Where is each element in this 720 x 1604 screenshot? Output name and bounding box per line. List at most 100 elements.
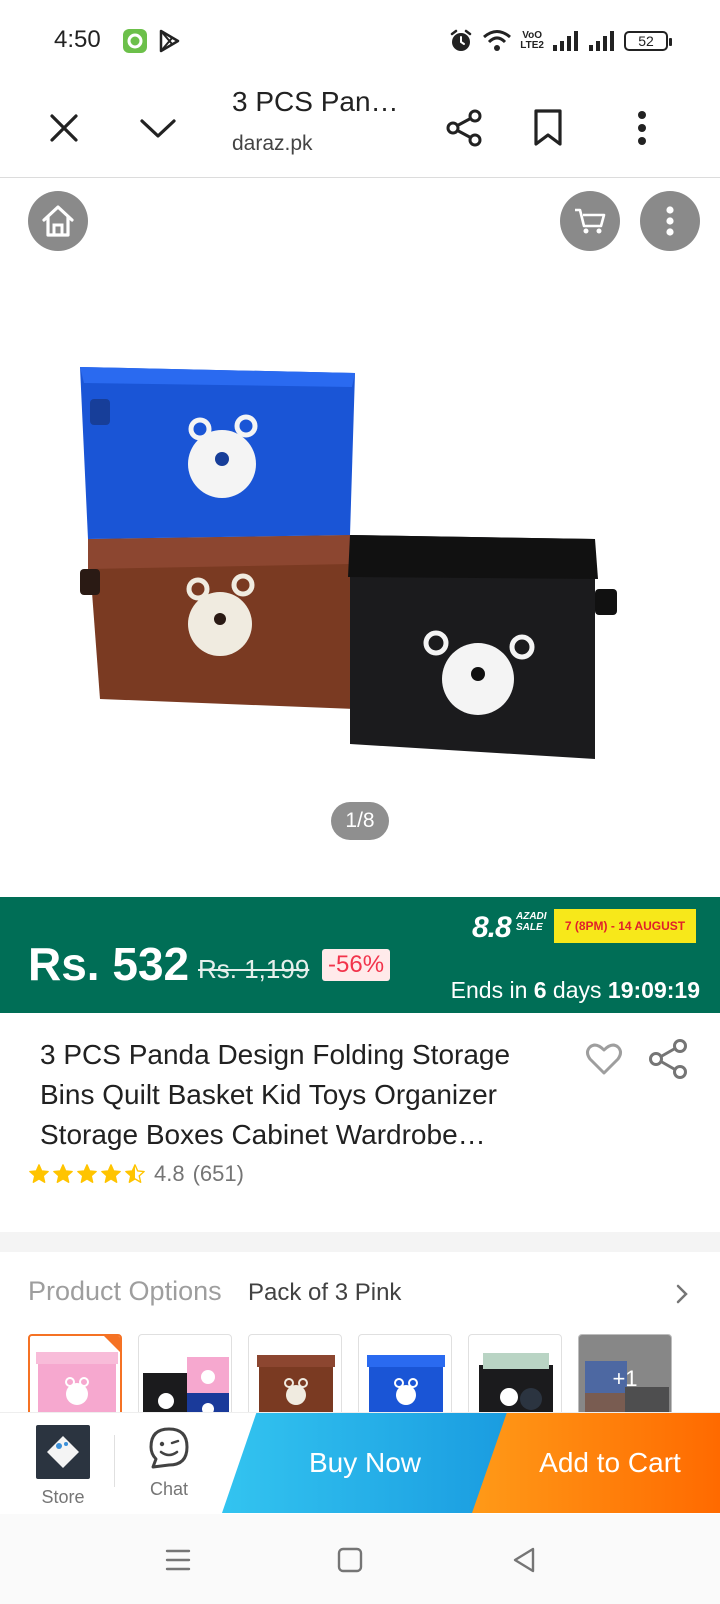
share-icon xyxy=(649,1039,687,1079)
more-options-count: +1 xyxy=(579,1335,671,1423)
store-logo-icon xyxy=(47,1436,79,1468)
back-triangle-icon xyxy=(513,1547,535,1573)
rating-value: 4.8 xyxy=(154,1161,185,1186)
chevron-right-icon xyxy=(676,1284,688,1304)
option-thumb-blue[interactable] xyxy=(358,1334,452,1424)
square-icon xyxy=(337,1547,363,1573)
signal-icon-2 xyxy=(589,31,614,51)
star-icon xyxy=(29,1164,49,1183)
star-icon xyxy=(125,1164,145,1183)
alarm-icon xyxy=(451,29,472,51)
discount-badge: -56% xyxy=(322,949,391,981)
sale-logo: 8.8 xyxy=(472,911,512,944)
options-label: Product Options xyxy=(28,1276,222,1306)
price-banner: Rs. 532 Rs. 1,199 -56% 8.8 AZADI SALE 7 … xyxy=(0,897,720,1013)
option-thumb-brown[interactable] xyxy=(248,1334,342,1424)
original-price: Rs. 1,199 xyxy=(198,954,310,984)
rating-row[interactable]: 4.8 (651) xyxy=(28,1161,244,1187)
thumb-image xyxy=(367,1355,445,1421)
close-tab-button[interactable] xyxy=(34,98,94,158)
heart-icon xyxy=(586,1043,622,1075)
share-product-button[interactable] xyxy=(646,1037,690,1081)
status-icons: VoO LTE2 52 xyxy=(448,26,672,56)
thumb-image xyxy=(257,1355,335,1421)
recent-apps-button[interactable] xyxy=(158,1542,198,1578)
store-logo xyxy=(36,1425,90,1479)
status-time: 4:50 xyxy=(54,26,101,53)
volte-indicator: VoO LTE2 xyxy=(520,31,544,51)
home-nav-button[interactable] xyxy=(330,1542,370,1578)
status-bar: 4:50 VoO LTE2 52 xyxy=(0,0,720,80)
thumb-image xyxy=(36,1352,118,1422)
chevron-down-icon xyxy=(140,119,176,138)
system-nav-bar xyxy=(0,1514,720,1604)
product-image-gallery[interactable]: 1/8 xyxy=(0,179,720,897)
option-thumb-pink[interactable] xyxy=(28,1334,122,1424)
store-label: Store xyxy=(41,1487,85,1507)
gallery-more-button[interactable] xyxy=(640,191,700,251)
bottom-action-bar: Store Chat Buy Now Add to Cart xyxy=(0,1412,720,1514)
wifi-icon xyxy=(483,30,512,51)
share-icon xyxy=(446,109,482,147)
chat-icon xyxy=(149,1427,189,1469)
section-divider xyxy=(0,1232,720,1252)
add-to-cart-button[interactable]: Add to Cart xyxy=(472,1413,720,1513)
browser-menu-button[interactable] xyxy=(612,98,672,158)
sale-countdown: Ends in 6 days 19:09:19 xyxy=(451,977,700,1004)
review-count: (651) xyxy=(192,1161,244,1186)
sale-logo-text: AZADI SALE xyxy=(516,911,547,933)
buy-now-button[interactable]: Buy Now xyxy=(222,1413,508,1513)
cart-button[interactable] xyxy=(560,191,620,251)
action-separator xyxy=(114,1435,115,1487)
page-title: 3 PCS Pan… xyxy=(232,86,399,117)
selected-option: Pack of 3 Pink xyxy=(248,1279,402,1306)
app-notification-icon xyxy=(123,29,147,53)
star-icon xyxy=(101,1164,121,1183)
close-icon xyxy=(50,114,78,142)
sale-logo-line-2: SALE xyxy=(516,922,543,933)
star-icon xyxy=(77,1164,97,1183)
home-icon xyxy=(42,205,74,237)
thumb-image xyxy=(143,1357,229,1423)
chat-label: Chat xyxy=(149,1479,189,1499)
rating-stars xyxy=(28,1163,146,1185)
volte-line-2: LTE2 xyxy=(520,40,544,51)
countdown-prefix: Ends in xyxy=(450,977,534,1003)
back-nav-button[interactable] xyxy=(504,1542,544,1578)
menu-lines-icon xyxy=(165,1549,191,1571)
home-button[interactable] xyxy=(28,191,88,251)
bookmark-icon xyxy=(534,109,562,146)
sale-date-badge: 7 (8PM) - 14 AUGUST xyxy=(554,909,696,943)
option-thumbnails: +1 xyxy=(28,1334,672,1424)
more-vertical-icon xyxy=(638,111,646,145)
product-image xyxy=(80,367,617,759)
page-url[interactable]: daraz.pk xyxy=(232,132,313,156)
play-store-icon xyxy=(159,29,180,53)
option-thumb-black[interactable] xyxy=(468,1334,562,1424)
cart-icon xyxy=(575,208,606,234)
product-options[interactable]: Product Options Pack of 3 Pink +1 xyxy=(0,1252,720,1424)
minimize-tab-button[interactable] xyxy=(128,98,188,158)
product-info: 3 PCS Panda Design Folding Storage Bins … xyxy=(0,1013,720,1232)
countdown-days-label: days xyxy=(546,977,608,1003)
countdown-days: 6 xyxy=(533,977,547,1003)
browser-tab-bar: 3 PCS Pan… daraz.pk xyxy=(0,80,720,178)
option-thumb-more[interactable]: +1 xyxy=(578,1334,672,1424)
share-page-button[interactable] xyxy=(434,98,494,158)
product-title: 3 PCS Panda Design Folding Storage Bins … xyxy=(40,1039,511,1150)
countdown-time: 19:09:19 xyxy=(607,977,700,1003)
option-thumb-mixed[interactable] xyxy=(138,1334,232,1424)
battery-indicator: 52 xyxy=(624,31,672,51)
more-vertical-icon xyxy=(666,206,674,236)
current-price: Rs. 532 xyxy=(28,938,190,990)
chat-button[interactable]: Chat xyxy=(128,1425,210,1509)
star-icon xyxy=(53,1164,73,1183)
bookmark-button[interactable] xyxy=(518,98,578,158)
signal-icon-1 xyxy=(553,31,578,51)
store-button[interactable]: Store xyxy=(22,1425,104,1509)
thumb-image xyxy=(479,1353,553,1421)
sale-logo-line-1: AZADI xyxy=(516,911,547,922)
wishlist-button[interactable] xyxy=(584,1039,624,1079)
gallery-page-indicator: 1/8 xyxy=(331,802,389,840)
battery-level: 52 xyxy=(638,33,654,49)
